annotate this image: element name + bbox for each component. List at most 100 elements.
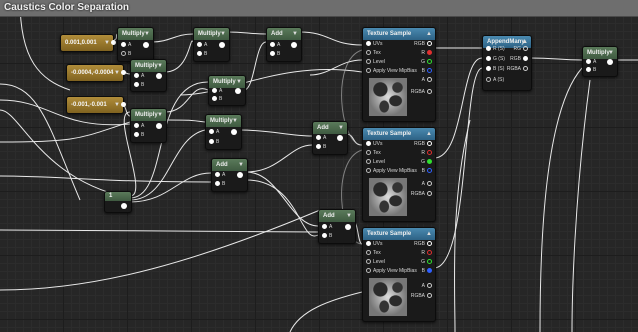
- input-pin-uvs[interactable]: UVs: [366, 240, 382, 248]
- output-pin-rgb[interactable]: RGB: [414, 240, 432, 248]
- collapse-arrow-icon[interactable]: ▼: [157, 109, 163, 121]
- output-pin-a[interactable]: A: [422, 180, 432, 188]
- texture-sample-node-2[interactable]: Texture Sample ▲ UVs Tex Level Apply View…: [362, 127, 436, 222]
- output-pin-rgba[interactable]: RGBA: [507, 65, 528, 73]
- collapse-arrow-icon[interactable]: ▼: [114, 97, 120, 113]
- multiply-node-4[interactable]: Multiply ▼ A B: [193, 27, 230, 62]
- constant2vector-node-1[interactable]: 0.001,0.001 ▼: [60, 34, 116, 52]
- output-pin[interactable]: [121, 102, 126, 107]
- collapse-arrow-icon[interactable]: ▼: [157, 60, 163, 72]
- input-pin-a[interactable]: A: [121, 41, 131, 49]
- input-pin-b[interactable]: B: [134, 81, 144, 89]
- output-pin[interactable]: [143, 42, 149, 48]
- input-pin-level[interactable]: Level: [366, 158, 385, 166]
- output-pin[interactable]: [607, 59, 613, 65]
- constant2vector-node-2[interactable]: -0.0004,-0.0004 ▼: [66, 64, 126, 82]
- constant-node[interactable]: 1: [104, 191, 132, 213]
- output-pin-rgb[interactable]: RGB: [414, 40, 432, 48]
- collapse-arrow-icon[interactable]: ▼: [292, 28, 298, 40]
- output-pin-rgb[interactable]: RGB: [510, 55, 528, 63]
- collapse-arrow-icon[interactable]: ▼: [608, 47, 614, 59]
- output-pin-b[interactable]: B: [422, 67, 432, 75]
- input-pin-b[interactable]: B: [134, 131, 144, 139]
- output-pin-rgba[interactable]: RGBA: [411, 88, 432, 96]
- input-pin-b[interactable]: B: [209, 138, 219, 146]
- input-pin-g[interactable]: G (S): [486, 55, 505, 63]
- collapse-arrow-icon[interactable]: ▼: [114, 65, 120, 81]
- constant2vector-node-3[interactable]: -0.001,-0.001 ▼: [66, 96, 126, 114]
- input-pin-a[interactable]: A: [212, 87, 222, 95]
- input-pin-b[interactable]: B: [586, 66, 596, 74]
- collapse-arrow-icon[interactable]: ▲: [426, 228, 432, 240]
- input-pin-a[interactable]: A: [215, 171, 225, 179]
- output-pin-g[interactable]: G: [421, 158, 432, 166]
- input-pin-uvs[interactable]: UVs: [366, 140, 382, 148]
- input-pin-level[interactable]: Level: [366, 58, 385, 66]
- multiply-node-1[interactable]: Multiply ▼ A B: [117, 27, 154, 62]
- output-pin-r[interactable]: R: [421, 49, 432, 57]
- input-pin-apply-view-mipbias[interactable]: Apply View MipBias: [366, 267, 417, 275]
- output-pin[interactable]: [231, 129, 237, 135]
- input-pin-a[interactable]: A (S): [486, 76, 504, 84]
- input-pin-a[interactable]: A: [197, 41, 207, 49]
- input-pin-a[interactable]: A: [209, 128, 219, 136]
- input-pin-tex[interactable]: Tex: [366, 249, 381, 257]
- input-pin-a[interactable]: A: [270, 41, 280, 49]
- add-node-1[interactable]: Add ▼ A B: [266, 27, 302, 62]
- input-pin-a[interactable]: A: [134, 122, 144, 130]
- output-pin[interactable]: [156, 123, 162, 129]
- add-node-2[interactable]: Add ▼ A B: [312, 121, 348, 155]
- output-pin[interactable]: [237, 172, 243, 178]
- collapse-arrow-icon[interactable]: ▼: [236, 76, 242, 88]
- multiply-node-3[interactable]: Multiply ▼ A B: [130, 108, 167, 143]
- input-pin-r[interactable]: R (S): [486, 45, 505, 53]
- input-pin-b[interactable]: B (S): [486, 65, 504, 73]
- add-node-3[interactable]: Add ▼ A B: [211, 158, 248, 192]
- collapse-arrow-icon[interactable]: ▼: [338, 122, 344, 134]
- collapse-arrow-icon[interactable]: ▼: [346, 210, 352, 222]
- input-pin-a[interactable]: A: [316, 134, 326, 142]
- input-pin-b[interactable]: B: [215, 180, 225, 188]
- input-pin-a[interactable]: A: [322, 223, 332, 231]
- input-pin-b[interactable]: B: [121, 50, 131, 58]
- output-pin-rgba[interactable]: RGBA: [411, 190, 432, 198]
- collapse-arrow-icon[interactable]: ▲: [426, 128, 432, 140]
- output-pin[interactable]: [235, 88, 241, 94]
- output-pin-rgba[interactable]: RGBA: [411, 292, 432, 300]
- input-pin-apply-view-mipbias[interactable]: Apply View MipBias: [366, 67, 417, 75]
- input-pin-a[interactable]: A: [586, 58, 596, 66]
- output-pin-r[interactable]: R: [421, 149, 432, 157]
- input-pin-apply-view-mipbias[interactable]: Apply View MipBias: [366, 167, 417, 175]
- output-pin-g[interactable]: G: [421, 58, 432, 66]
- input-pin-b[interactable]: B: [270, 50, 280, 58]
- texture-sample-node-3[interactable]: Texture Sample ▲ UVs Tex Level Apply View…: [362, 227, 436, 322]
- collapse-arrow-icon[interactable]: ▼: [104, 35, 110, 51]
- multiply-node-6[interactable]: Multiply ▼ A B: [205, 114, 242, 150]
- output-pin[interactable]: [156, 73, 162, 79]
- input-pin-b[interactable]: B: [197, 50, 207, 58]
- input-pin-uvs[interactable]: UVs: [366, 40, 382, 48]
- multiply-node-2[interactable]: Multiply ▼ A B: [130, 59, 167, 92]
- output-pin-g[interactable]: G: [421, 258, 432, 266]
- output-pin[interactable]: [121, 70, 126, 75]
- collapse-arrow-icon[interactable]: ▼: [238, 159, 244, 171]
- collapse-arrow-icon[interactable]: ▼: [232, 115, 238, 127]
- material-graph-canvas[interactable]: Caustics Color Separation 0.001,0.001 ▼ …: [0, 0, 638, 332]
- output-pin-rgb[interactable]: RGB: [414, 140, 432, 148]
- add-node-4[interactable]: Add ▼ A B: [318, 209, 356, 244]
- append-many-node[interactable]: AppendMany ▲ R (S) G (S) B (S) A (S) RG R…: [482, 35, 532, 91]
- output-pin-b[interactable]: B: [422, 167, 432, 175]
- input-pin-level[interactable]: Level: [366, 258, 385, 266]
- input-pin-b[interactable]: B: [212, 95, 222, 103]
- multiply-node-5[interactable]: Multiply ▼ A B: [208, 75, 246, 106]
- output-pin[interactable]: [337, 135, 343, 141]
- collapse-arrow-icon[interactable]: ▼: [144, 28, 150, 40]
- output-pin[interactable]: [345, 224, 351, 230]
- output-pin[interactable]: [219, 42, 225, 48]
- input-pin-b[interactable]: B: [316, 143, 326, 151]
- output-pin[interactable]: [111, 40, 116, 45]
- output-pin-a[interactable]: A: [422, 282, 432, 290]
- output-pin-b[interactable]: B: [422, 267, 432, 275]
- input-pin-b[interactable]: B: [322, 232, 332, 240]
- output-pin-rg[interactable]: RG: [514, 45, 528, 53]
